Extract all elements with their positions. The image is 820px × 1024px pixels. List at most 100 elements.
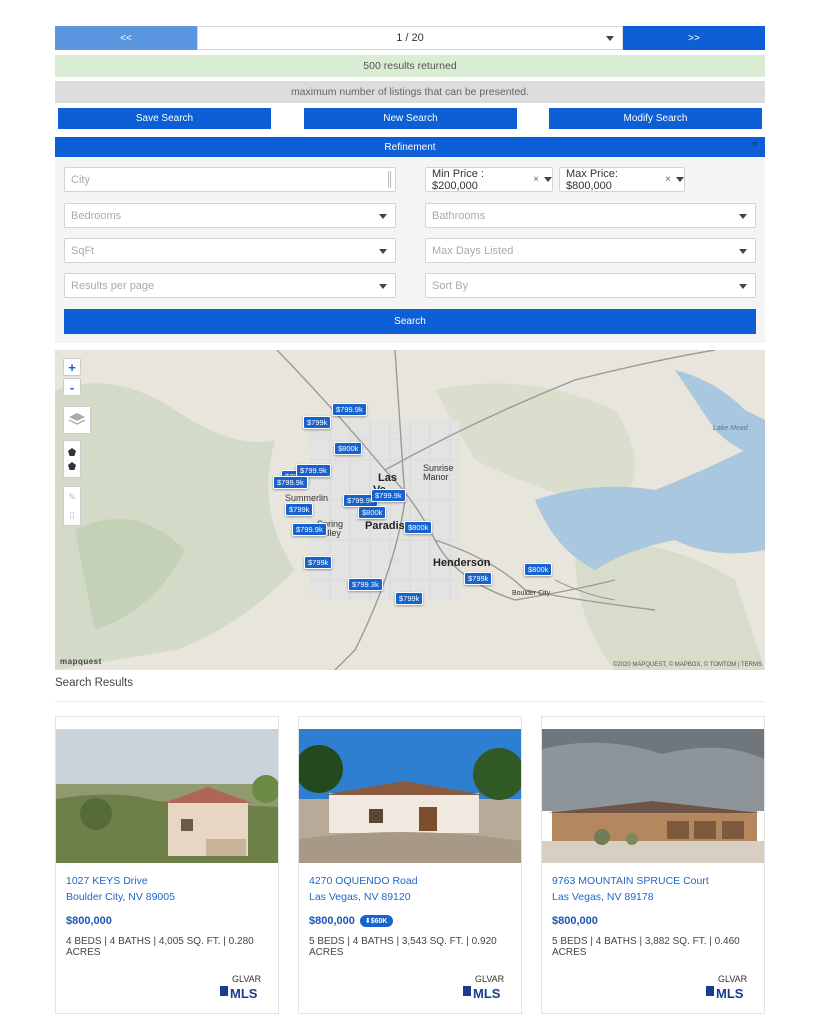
prev-page-button[interactable]: << — [55, 26, 197, 50]
edit-icon[interactable]: ✎ — [68, 492, 76, 503]
trash-icon[interactable]: ▯ — [70, 510, 75, 521]
map-label-boulder-city: Boulder City — [512, 590, 551, 597]
listing-price: $800,000 — [552, 915, 598, 927]
svg-text:MLS: MLS — [716, 986, 744, 1001]
zoom-in-button[interactable]: + — [63, 358, 81, 376]
svg-text:MLS: MLS — [230, 986, 258, 1001]
sqft-placeholder: SqFt — [71, 244, 95, 257]
search-results-title: Search Results — [55, 677, 133, 689]
glvar-mls-logo: GLVAR MLS — [216, 971, 274, 1001]
map-label-henderson: Henderson — [433, 557, 491, 569]
refinement-title: Refinement — [384, 141, 436, 153]
chevron-down-icon — [739, 214, 747, 219]
chevron-down-icon — [739, 249, 747, 254]
listing-address-line2[interactable]: Las Vegas, NV 89120 — [309, 891, 411, 903]
listing-specs: 5 BEDS | 4 BATHS | 3,543 SQ. FT. | 0.920… — [309, 936, 497, 958]
map-label-las: Las — [378, 472, 397, 484]
max-price-value: Max Price: $800,000 — [566, 167, 618, 192]
price-pin[interactable]: $799k — [285, 503, 314, 516]
price-pin[interactable]: $800k — [358, 506, 387, 519]
search-button[interactable]: Search — [64, 309, 756, 334]
price-pin[interactable]: $800k — [524, 563, 553, 576]
sort-by-placeholder: Sort By — [432, 279, 469, 292]
mapquest-logo: mapquest — [60, 657, 102, 666]
price-pin[interactable]: $800k — [404, 521, 433, 534]
bathrooms-placeholder: Bathrooms — [432, 209, 486, 222]
zoom-out-button[interactable]: - — [63, 378, 81, 396]
listing-card[interactable]: 9763 MOUNTAIN SPRUCE Court Las Vegas, NV… — [541, 716, 765, 1014]
price-pin[interactable]: $799k — [464, 572, 493, 585]
draw-tools — [63, 440, 81, 478]
divider — [55, 701, 765, 702]
listing-specs: 4 BEDS | 4 BATHS | 4,005 SQ. FT. | 0.280… — [66, 936, 254, 958]
listing-price-value: $800,000 — [309, 915, 355, 927]
page-select[interactable]: 1 / 20 — [197, 26, 623, 50]
listing-photo[interactable] — [542, 729, 764, 863]
bathrooms-select[interactable]: Bathrooms — [425, 203, 756, 228]
price-pin[interactable]: $799.9k — [371, 489, 406, 502]
chevron-down-icon — [544, 177, 552, 182]
chevron-down-icon — [676, 177, 684, 182]
listing-address-line1[interactable]: 4270 OQUENDO Road — [309, 875, 418, 887]
max-days-listed-select[interactable]: Max Days Listed — [425, 238, 756, 263]
listing-address-line1[interactable]: 9763 MOUNTAIN SPRUCE Court — [552, 875, 709, 887]
city-input[interactable]: City — [64, 167, 396, 192]
listing-card[interactable]: 4270 OQUENDO Road Las Vegas, NV 89120 $8… — [298, 716, 522, 1014]
listing-specs: 5 BEDS | 4 BATHS | 3,882 SQ. FT. | 0.460… — [552, 936, 740, 958]
chevron-down-icon — [379, 284, 387, 289]
map-label-sunrise-manor: Sunrise Manor — [423, 463, 454, 482]
bedrooms-select[interactable]: Bedrooms — [64, 203, 396, 228]
results-count-notice: 500 results returned — [55, 55, 765, 77]
listing-address-line2[interactable]: Las Vegas, NV 89178 — [552, 891, 654, 903]
bedrooms-placeholder: Bedrooms — [71, 209, 122, 222]
min-price-value: Min Price : $200,000 — [432, 167, 484, 192]
svg-text:GLVAR: GLVAR — [232, 974, 262, 984]
refinement-toggle[interactable]: Refinement — [55, 137, 765, 157]
listing-price-value: $800,000 — [552, 915, 598, 927]
listing-price: $800,000 ⬇$60K — [309, 915, 393, 927]
pentagon-icon[interactable] — [68, 462, 76, 470]
price-pin[interactable]: $799k — [303, 416, 332, 429]
results-per-page-select[interactable]: Results per page — [64, 273, 396, 298]
listing-address-line1[interactable]: 1027 KEYS Drive — [66, 875, 148, 887]
max-listings-notice: maximum number of listings that can be p… — [55, 81, 765, 103]
clear-min-price-icon[interactable]: × — [533, 174, 539, 185]
svg-text:GLVAR: GLVAR — [475, 974, 505, 984]
price-pin[interactable]: $800k — [334, 442, 363, 455]
map-terrain — [55, 350, 765, 670]
max-days-placeholder: Max Days Listed — [432, 244, 514, 257]
price-pin[interactable]: $799k — [304, 556, 333, 569]
next-page-button[interactable]: >> — [623, 26, 765, 50]
map[interactable]: + - ✎ ▯ Las Ve Paradise Henderson Sunris… — [55, 350, 765, 670]
new-search-button[interactable]: New Search — [304, 108, 517, 129]
price-pin[interactable]: $799.9k — [273, 476, 308, 489]
modify-search-button[interactable]: Modify Search — [549, 108, 762, 129]
layers-icon[interactable] — [63, 406, 91, 434]
listing-photo[interactable] — [299, 729, 521, 863]
clear-max-price-icon[interactable]: × — [665, 174, 671, 185]
sort-by-select[interactable]: Sort By — [425, 273, 756, 298]
price-pin[interactable]: $799.3k — [348, 578, 383, 591]
save-search-button[interactable]: Save Search — [58, 108, 271, 129]
glvar-mls-logo: GLVAR MLS — [459, 971, 517, 1001]
listing-address-line2[interactable]: Boulder City, NV 89005 — [66, 891, 175, 903]
price-pin[interactable]: $799.9k — [292, 523, 327, 536]
sqft-select[interactable]: SqFt — [64, 238, 396, 263]
city-placeholder: City — [71, 173, 90, 186]
map-label-summerlin: Summerlin — [285, 493, 329, 503]
map-label-lake-mead: Lake Mead — [713, 425, 748, 432]
price-drop-badge: ⬇$60K — [359, 915, 393, 927]
chevron-down-icon — [751, 142, 759, 147]
max-price-select[interactable]: Max Price: $800,000 × — [559, 167, 685, 192]
price-pin[interactable]: $799.9k — [332, 403, 367, 416]
polygon-icon[interactable] — [68, 448, 76, 456]
resize-grip-icon — [388, 171, 391, 188]
min-price-select[interactable]: Min Price : $200,000 × — [425, 167, 553, 192]
price-pin[interactable]: $799k — [395, 592, 424, 605]
map-attribution[interactable]: ©2020 MAPQUEST, © MAPBOX, © TOMTOM | TER… — [613, 662, 762, 668]
listing-photo[interactable] — [56, 729, 278, 863]
glvar-mls-logo: GLVAR MLS — [702, 971, 760, 1001]
listing-card[interactable]: 1027 KEYS Drive Boulder City, NV 89005 $… — [55, 716, 279, 1014]
edit-tools: ✎ ▯ — [63, 486, 81, 526]
chevron-down-icon — [379, 249, 387, 254]
